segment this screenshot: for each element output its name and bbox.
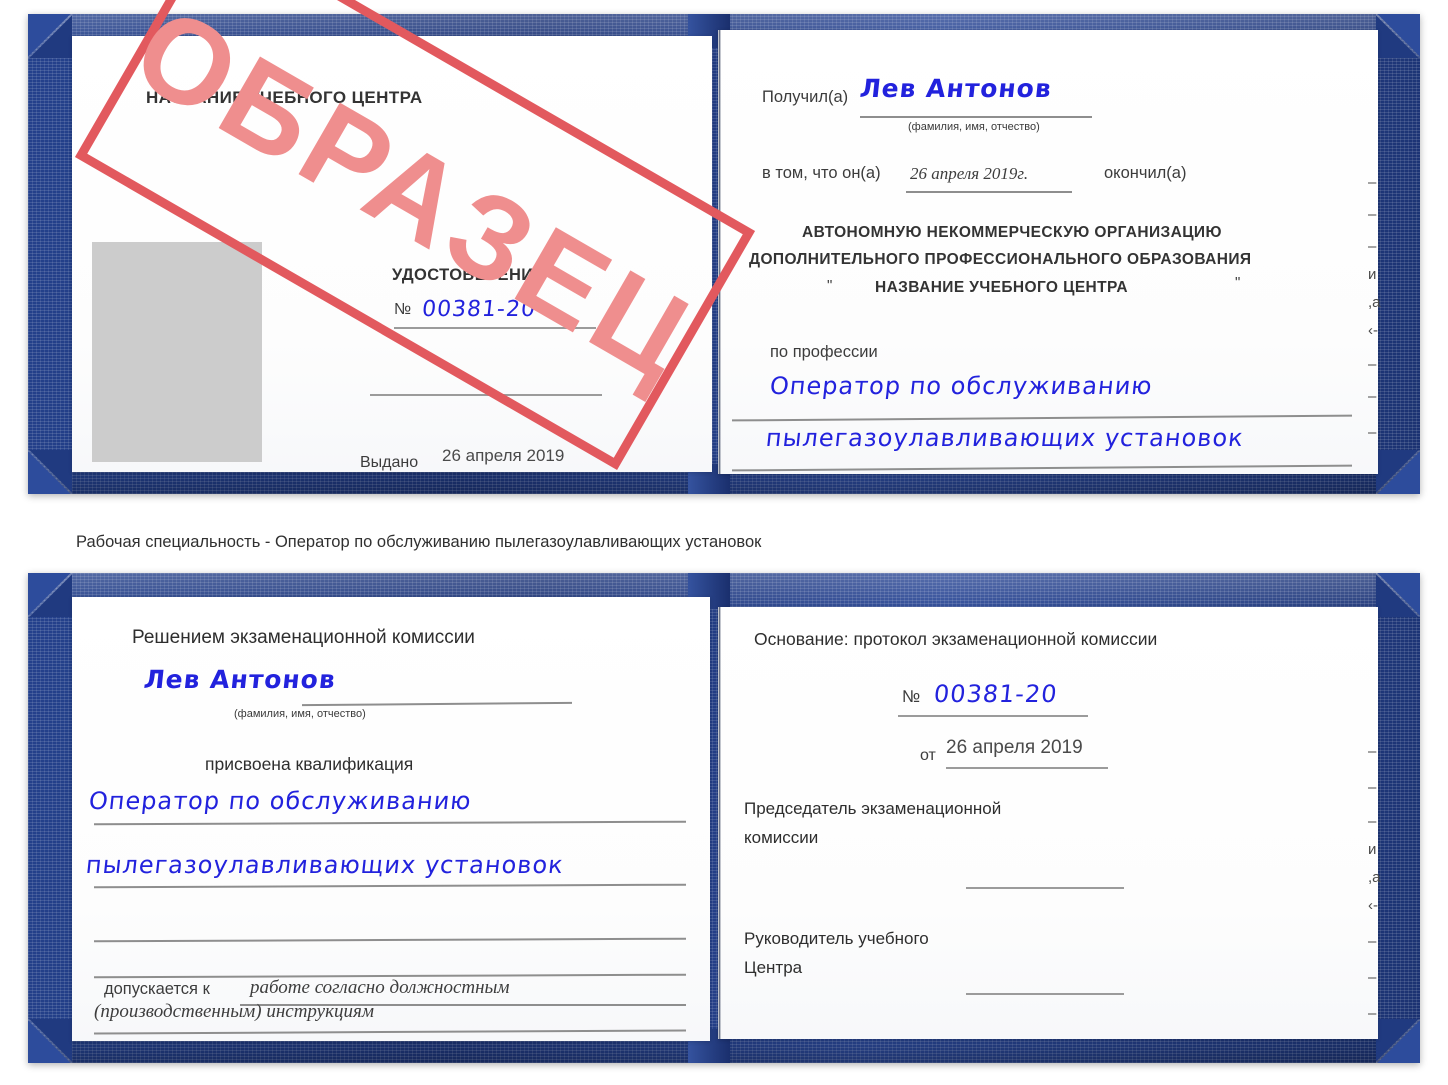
page-bottom-right: Основание: протокол экзаменационной коми… <box>718 607 1378 1039</box>
page-top-left: НАЗВАНИЕ УЧЕБНОГО ЦЕНТРА УДОСТОВЕРЕНИЕ №… <box>72 36 712 472</box>
certificate-number-label: № <box>394 301 412 318</box>
edge-fragment: – <box>1368 813 1377 830</box>
chairman-label-line-2: комиссии <box>744 828 819 847</box>
edge-fragment: – <box>1368 969 1377 986</box>
edge-fragment: – <box>1368 743 1377 760</box>
certificate-number-value: 00381-20 <box>420 297 538 322</box>
edge-fragment: ,а <box>1368 294 1381 311</box>
edge-fragment: – <box>1368 1005 1377 1022</box>
edge-fragment: – <box>1368 238 1377 255</box>
received-rule <box>860 116 1092 118</box>
fio-hint-bottom: (фамилия, имя, отчество) <box>234 708 366 720</box>
qualification-label: присвоена квалификация <box>205 754 414 774</box>
edge-fragment: – <box>1368 206 1377 223</box>
that-he-rule <box>906 191 1072 193</box>
edge-fragment: и <box>1368 841 1377 858</box>
page-gutter-bottom <box>718 607 721 1039</box>
edge-fragment: ‹- <box>1368 897 1378 914</box>
fio-hint-top: (фамилия, имя, отчество) <box>908 121 1040 133</box>
head-signature-rule <box>966 993 1124 995</box>
page-caption: Рабочая специальность - Оператор по обсл… <box>76 533 762 551</box>
photo-placeholder <box>92 242 262 462</box>
edge-fragment: – <box>1368 424 1377 441</box>
head-label-line-2: Центра <box>744 958 803 977</box>
head-label-line-1: Руководитель учебного <box>744 929 929 948</box>
chairman-signature-rule <box>966 887 1124 889</box>
training-center-heading: НАЗВАНИЕ УЧЕБНОГО ЦЕНТРА <box>146 88 423 107</box>
admission-text-label: допускается к <box>104 980 210 998</box>
protocol-date-label: от <box>920 747 936 764</box>
edge-fragment: ,а <box>1368 869 1381 886</box>
received-value: Лев Антонов <box>858 74 1054 103</box>
profession-label: по профессии <box>770 343 878 361</box>
student-name-value: Лев Антонов <box>142 665 338 694</box>
commission-decision-heading: Решением экзаменационной комиссии <box>132 627 475 648</box>
finished-label: окончил(а) <box>1104 164 1187 182</box>
that-he-value: 26 апреля 2019г. <box>910 164 1029 183</box>
organization-line-2: ДОПОЛНИТЕЛЬНОГО ПРОФЕССИОНАЛЬНОГО ОБРАЗО… <box>749 251 1252 268</box>
certificate-title: УДОСТОВЕРЕНИЕ <box>392 266 545 284</box>
edge-fragment: – <box>1368 933 1377 950</box>
edge-fragment: – <box>1368 779 1377 796</box>
protocol-number-label: № <box>902 687 921 706</box>
admission-value-line-1: работе согласно должностным <box>250 977 510 998</box>
qualification-value-line-2: пылегазоулавливающих установок <box>84 851 566 879</box>
received-label: Получил(а) <box>762 88 849 106</box>
student-name-rule <box>301 701 573 706</box>
edge-fragment: – <box>1368 356 1377 373</box>
profession-value-line-1: Оператор по обслуживанию <box>768 372 1155 400</box>
organization-quote-close: " <box>1235 274 1241 291</box>
organization-line-3: НАЗВАНИЕ УЧЕБНОГО ЦЕНТРА <box>875 279 1128 296</box>
certificate-book-bottom: Решением экзаменационной комиссии Лев Ан… <box>28 573 1420 1063</box>
issued-value: 26 апреля 2019 <box>442 446 565 465</box>
qualification-rule-3 <box>93 937 687 942</box>
qualification-value-line-1: Оператор по обслуживанию <box>87 787 474 815</box>
edge-fragment: – <box>1368 388 1377 405</box>
issued-label: Выдано <box>360 454 419 471</box>
blank-rule-1 <box>370 394 602 396</box>
profession-value-line-2: пылегазоулавливающих установок <box>764 424 1246 452</box>
certificate-number-rule <box>394 327 596 329</box>
profession-rule-2 <box>732 464 1352 471</box>
protocol-date-value: 26 апреля 2019 <box>946 737 1083 758</box>
protocol-number-rule <box>898 715 1088 717</box>
protocol-date-rule <box>946 767 1108 769</box>
that-he-label: в том, что он(а) <box>762 164 881 182</box>
qualification-rule-2 <box>93 883 687 888</box>
page-bottom-left: Решением экзаменационной комиссии Лев Ан… <box>72 597 710 1041</box>
edge-fragment: ‹- <box>1368 322 1378 339</box>
edge-fragment: и <box>1368 266 1377 283</box>
basis-label: Основание: протокол экзаменационной коми… <box>754 629 1158 649</box>
organization-line-1: АВТОНОМНУЮ НЕКОММЕРЧЕСКУЮ ОРГАНИЗАЦИЮ <box>802 224 1222 241</box>
protocol-number-value: 00381-20 <box>932 680 1060 708</box>
page-gutter-top <box>718 30 721 474</box>
edge-fragment: – <box>1368 174 1377 191</box>
profession-rule-1 <box>732 414 1352 421</box>
page-top-right: Получил(а) Лев Антонов (фамилия, имя, от… <box>718 30 1378 474</box>
chairman-label-line-1: Председатель экзаменационной <box>744 799 1002 818</box>
admission-value-line-2: (производственным) инструкциям <box>94 1001 374 1022</box>
organization-quote-open: " <box>827 277 833 294</box>
admission-rule-2 <box>94 1029 686 1035</box>
qualification-rule-1 <box>93 820 687 825</box>
certificate-book-top: НАЗВАНИЕ УЧЕБНОГО ЦЕНТРА УДОСТОВЕРЕНИЕ №… <box>28 14 1420 494</box>
